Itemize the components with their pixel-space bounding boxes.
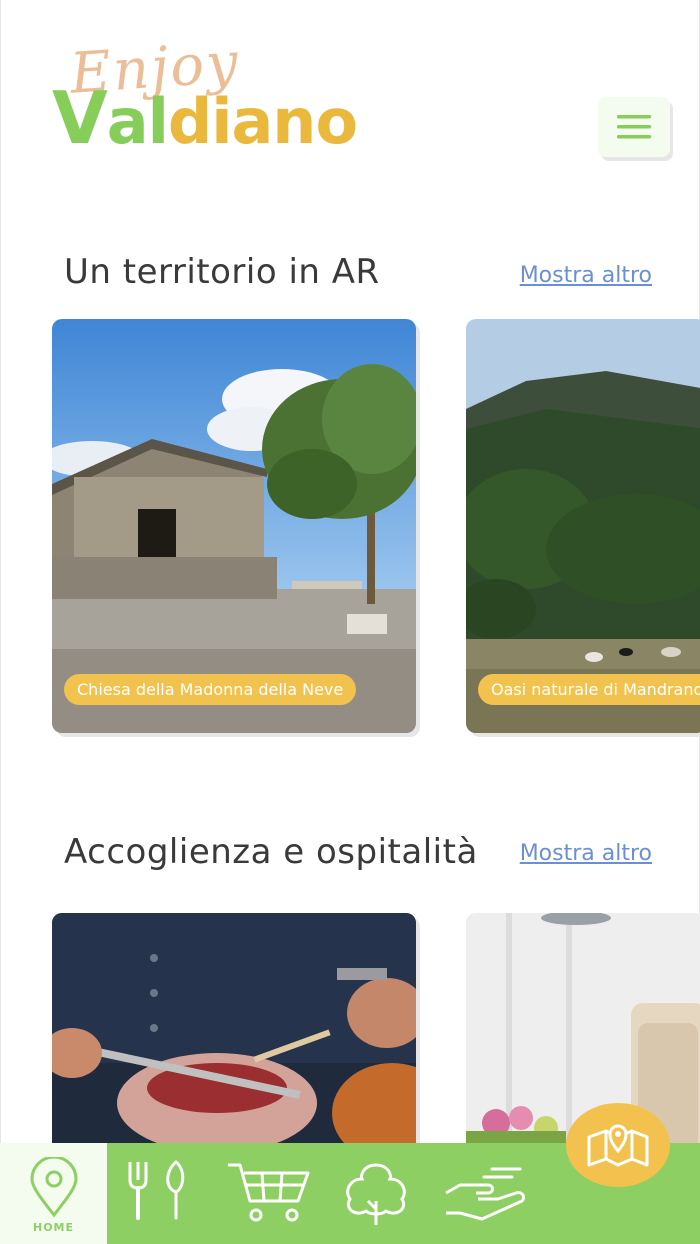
card-chiesa[interactable]: Chiesa della Madonna della Neve — [52, 319, 416, 733]
church-photo — [52, 319, 416, 733]
card-label: Chiesa della Madonna della Neve — [64, 674, 357, 705]
nature-photo — [466, 319, 700, 733]
ham-slicing-photo — [52, 913, 416, 1153]
hamburger-icon — [617, 115, 651, 139]
nav-nature[interactable] — [338, 1161, 414, 1231]
fork-knife-icon — [128, 1160, 185, 1220]
nav-home-label: HOME — [32, 1221, 75, 1234]
hand-icon — [445, 1167, 526, 1221]
show-more-link-territorio[interactable]: Mostra altro — [520, 263, 652, 288]
menu-button[interactable] — [598, 97, 670, 157]
home-pin-icon — [29, 1157, 78, 1218]
card-accoglienza-1[interactable] — [52, 913, 416, 1153]
nav-food[interactable] — [124, 1158, 200, 1226]
nav-hospitality[interactable] — [442, 1163, 528, 1227]
section-title-territorio: Un territorio in AR — [64, 252, 380, 292]
map-button[interactable] — [566, 1103, 670, 1187]
cart-icon — [228, 1163, 310, 1222]
show-more-link-accoglienza[interactable]: Mostra altro — [520, 841, 652, 866]
logo-wordmark: Valdiano — [52, 76, 358, 160]
section-title-accoglienza: Accoglienza e ospitalità — [64, 832, 478, 872]
map-pin-icon — [587, 1124, 649, 1167]
nav-home[interactable]: HOME — [0, 1143, 107, 1244]
nav-shop[interactable] — [226, 1161, 312, 1227]
tree-icon — [346, 1163, 406, 1225]
card-label: Oasi naturale di Mandrano — [478, 674, 700, 705]
card-oasi[interactable]: Oasi naturale di Mandrano — [466, 319, 700, 733]
brand-logo[interactable]: Enjoy Valdiano — [52, 30, 412, 162]
